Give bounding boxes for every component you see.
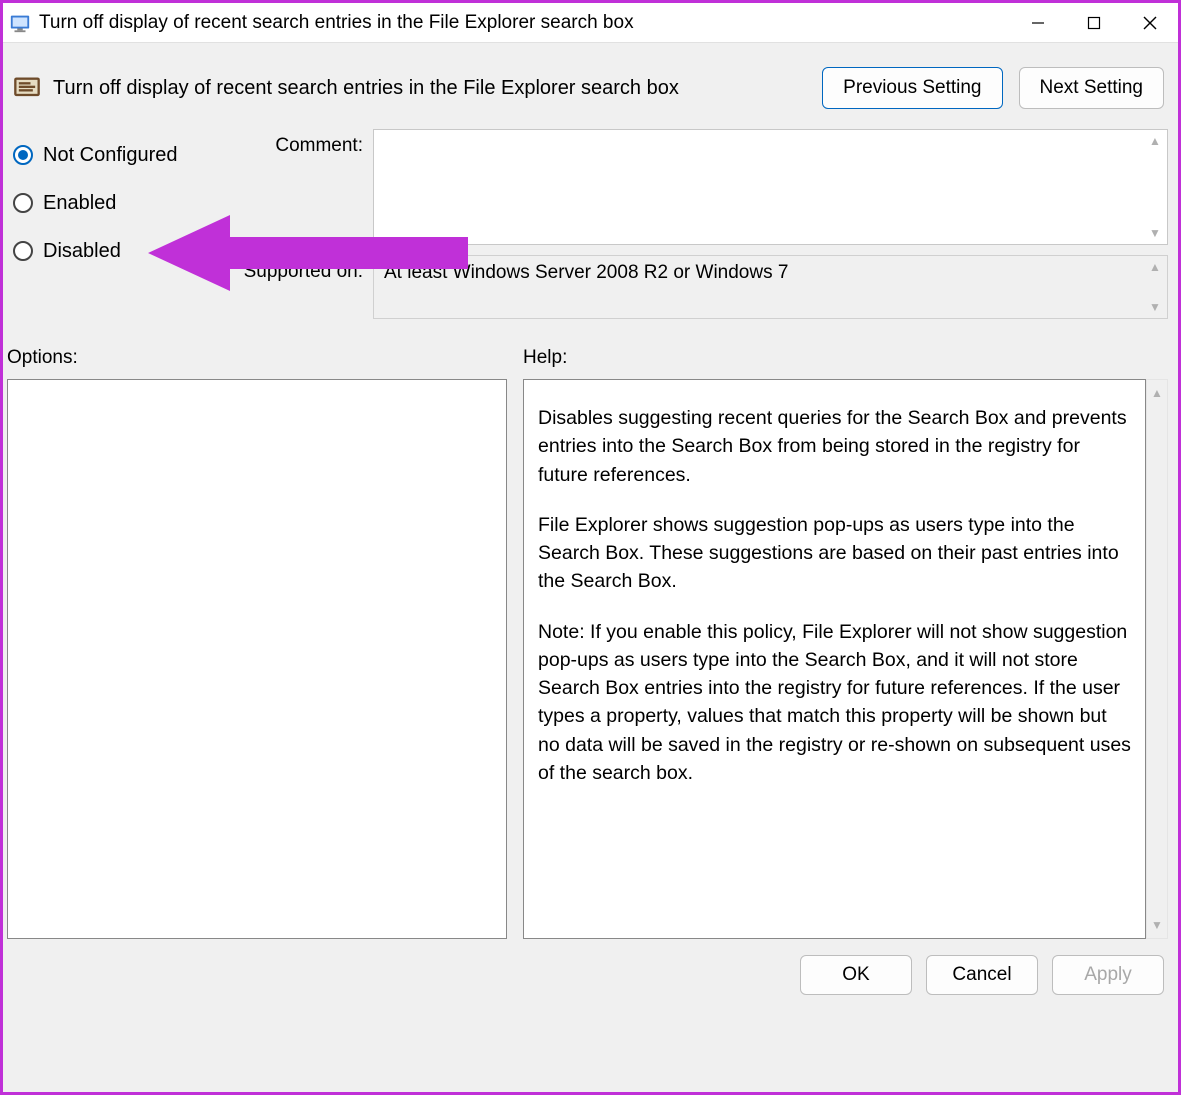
help-scrollbar[interactable]: ▲ ▼ [1146, 379, 1168, 939]
scroll-up-icon: ▲ [1151, 386, 1163, 400]
radio-label: Enabled [43, 192, 116, 215]
previous-setting-button[interactable]: Previous Setting [822, 67, 1002, 109]
maximize-button[interactable] [1066, 3, 1122, 42]
supported-row: Supported on: At least Windows Server 20… [221, 255, 1168, 319]
section-labels: Options: Help: [3, 329, 1178, 379]
radio-not-configured[interactable]: Not Configured [13, 131, 213, 179]
scroll-down-icon: ▼ [1149, 226, 1163, 240]
ok-button[interactable]: OK [800, 955, 912, 995]
help-panel: Disables suggesting recent queries for t… [523, 379, 1146, 939]
radio-icon [13, 193, 33, 213]
nav-buttons: Previous Setting Next Setting [822, 67, 1164, 109]
radio-disabled[interactable]: Disabled [13, 227, 213, 275]
help-panel-wrap: Disables suggesting recent queries for t… [523, 379, 1168, 939]
apply-button[interactable]: Apply [1052, 955, 1164, 995]
options-panel [7, 379, 507, 939]
cancel-button[interactable]: Cancel [926, 955, 1038, 995]
options-label: Options: [7, 347, 523, 369]
state-radio-group: Not Configured Enabled Disabled [13, 129, 213, 329]
window-controls [1010, 3, 1178, 42]
title-bar: Turn off display of recent search entrie… [3, 3, 1178, 43]
help-label: Help: [523, 347, 567, 369]
comment-label: Comment: [221, 129, 373, 245]
radio-label: Not Configured [43, 144, 178, 167]
help-paragraph: File Explorer shows suggestion pop-ups a… [538, 511, 1131, 596]
content-area: Turn off display of recent search entrie… [3, 43, 1178, 1005]
next-setting-button[interactable]: Next Setting [1019, 67, 1165, 109]
window-title: Turn off display of recent search entrie… [39, 12, 1010, 34]
supported-on-value: At least Windows Server 2008 R2 or Windo… [373, 255, 1168, 319]
scroll-down-icon: ▼ [1151, 918, 1163, 932]
radio-icon [13, 145, 33, 165]
radio-label: Disabled [43, 240, 121, 263]
scroll-up-icon: ▲ [1149, 134, 1163, 148]
policy-icon [13, 74, 41, 102]
fields-column: Comment: ▲ ▼ Supported on: At least Wind… [221, 129, 1168, 329]
close-button[interactable] [1122, 3, 1178, 42]
supported-on-text: At least Windows Server 2008 R2 or Windo… [384, 262, 788, 283]
comment-textarea[interactable]: ▲ ▼ [373, 129, 1168, 245]
supported-label: Supported on: [221, 255, 373, 319]
comment-row: Comment: ▲ ▼ [221, 129, 1168, 245]
help-paragraph: Disables suggesting recent queries for t… [538, 404, 1131, 489]
scroll-up-icon: ▲ [1149, 260, 1163, 274]
settings-row: Not Configured Enabled Disabled Comment:… [3, 129, 1178, 329]
policy-title: Turn off display of recent search entrie… [53, 77, 810, 100]
scroll-down-icon: ▼ [1149, 300, 1163, 314]
panels: Disables suggesting recent queries for t… [3, 379, 1178, 939]
policy-app-icon [9, 12, 31, 34]
radio-enabled[interactable]: Enabled [13, 179, 213, 227]
minimize-button[interactable] [1010, 3, 1066, 42]
radio-icon [13, 241, 33, 261]
footer-buttons: OK Cancel Apply [3, 939, 1178, 1005]
help-paragraph: Note: If you enable this policy, File Ex… [538, 618, 1131, 788]
header-row: Turn off display of recent search entrie… [3, 43, 1178, 129]
